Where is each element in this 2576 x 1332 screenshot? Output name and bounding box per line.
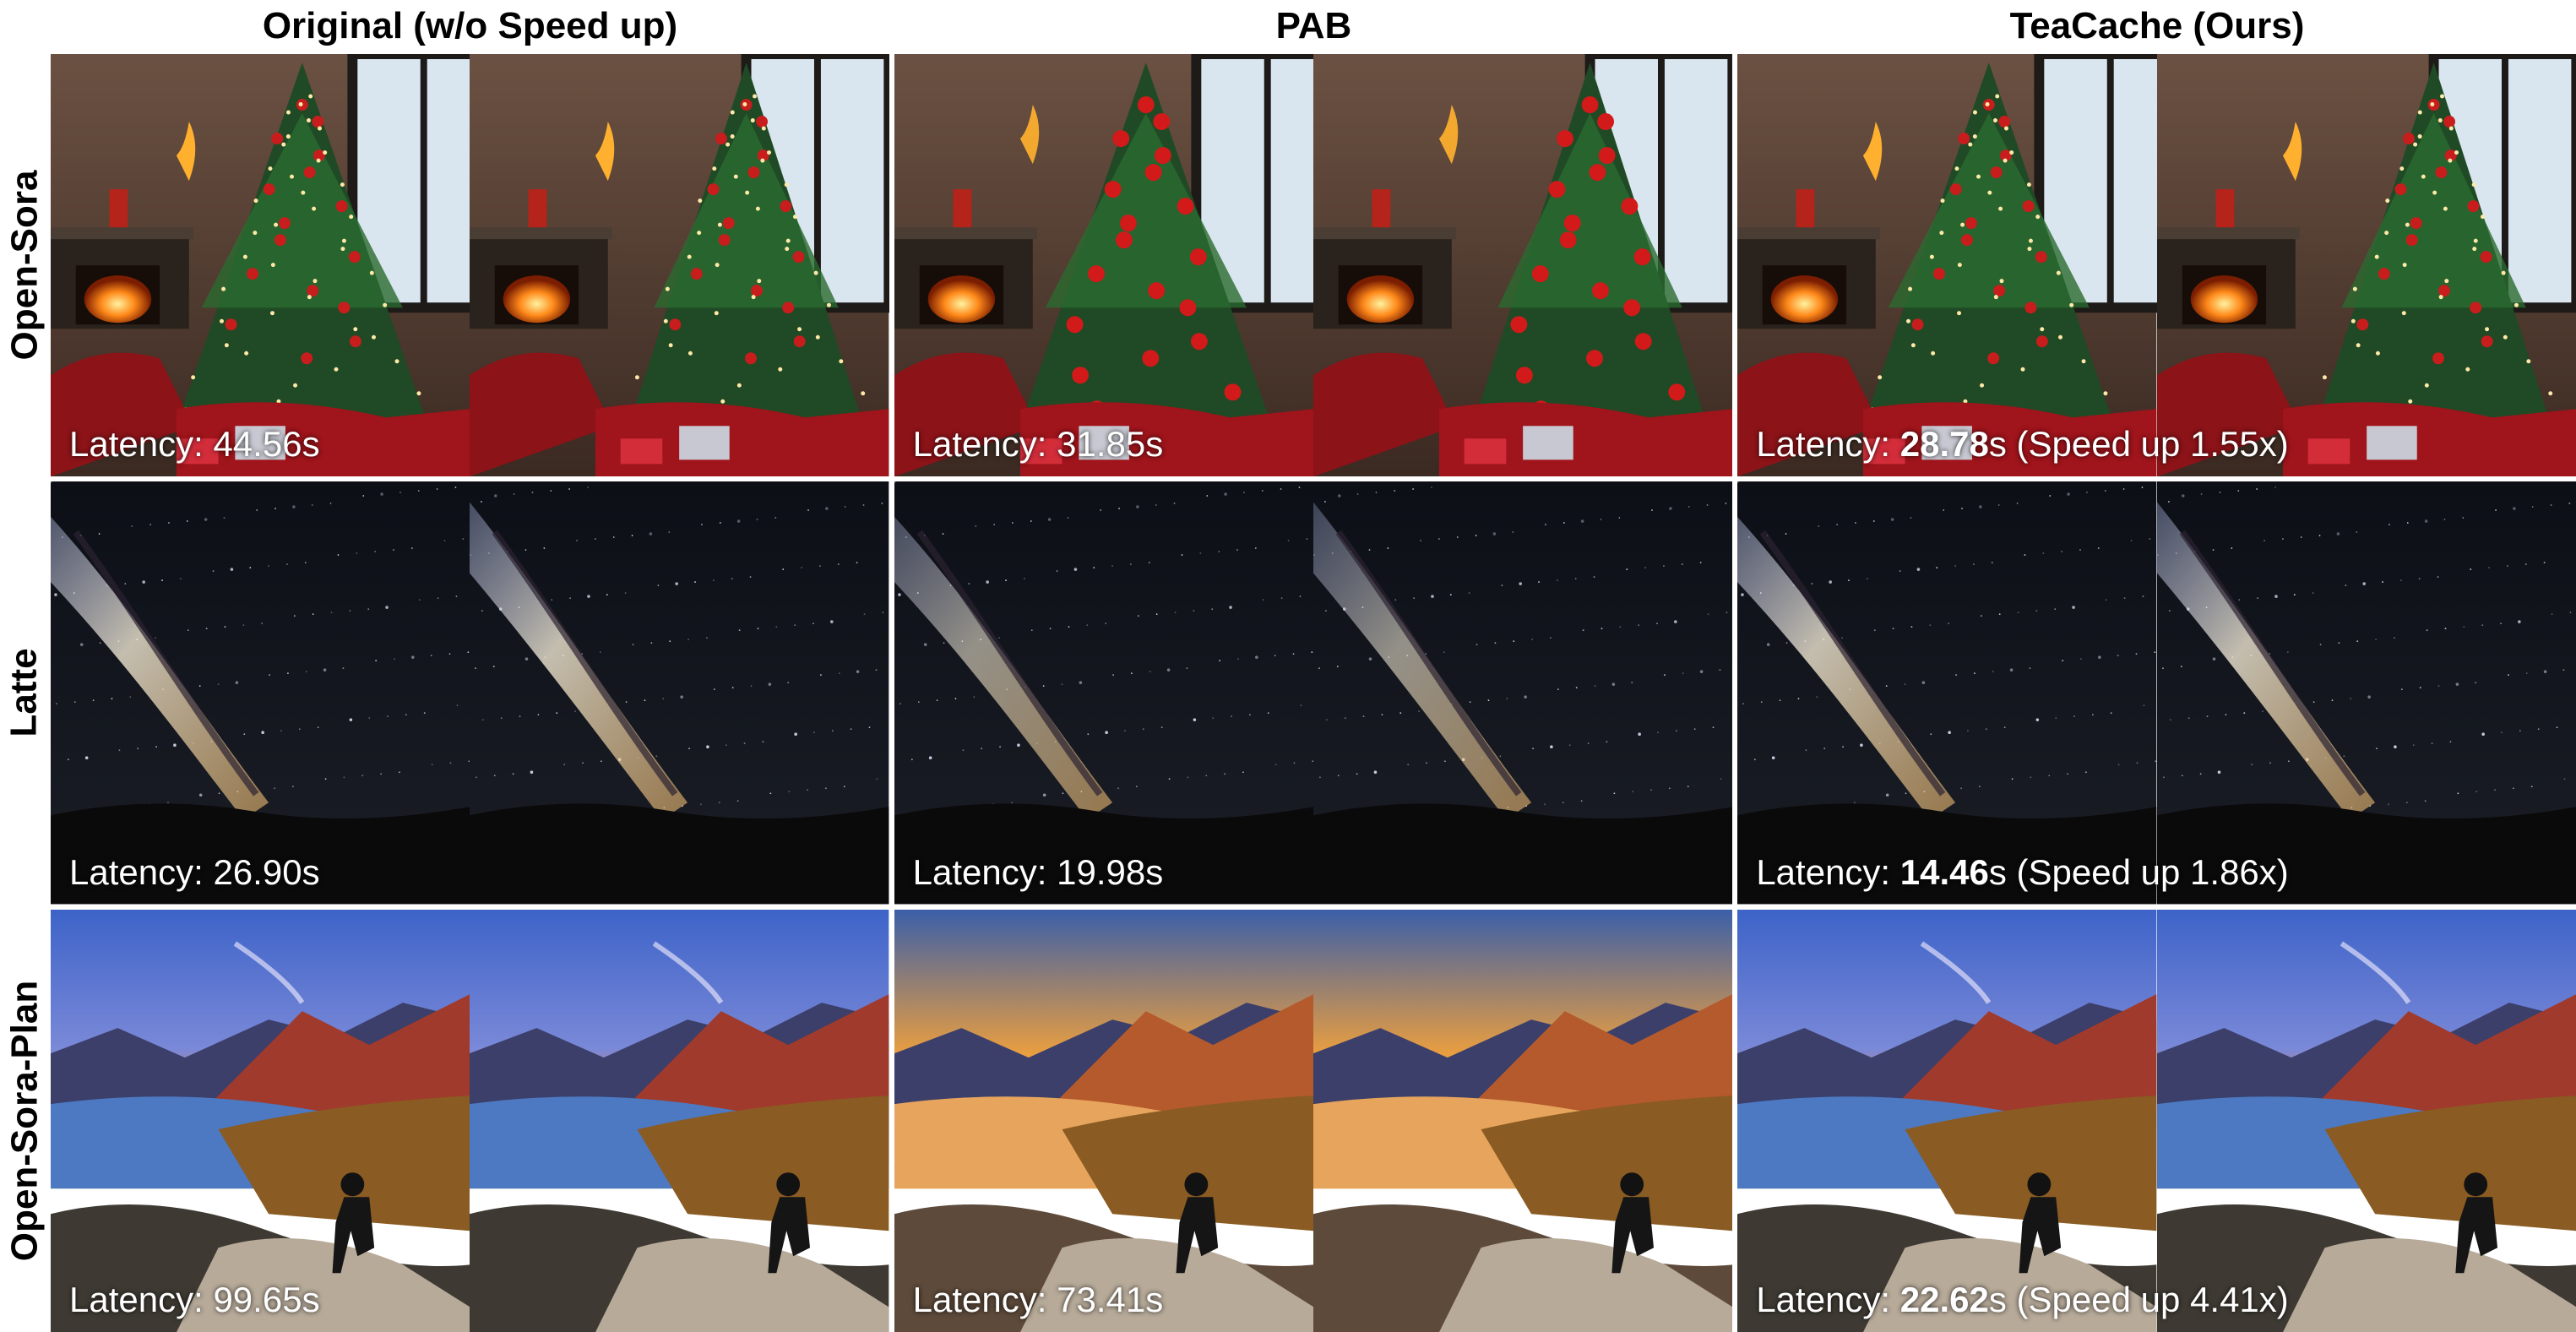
result-cell-teacache-milky-way-night-sky: Latency: 14.46s (Speed up 1.86x) [1737, 481, 2576, 905]
row-label-open-sora-plan: Open-Sora-Plan [3, 980, 45, 1261]
latency-prefix: Latency: [1756, 1280, 1900, 1319]
latency-label: Latency: 28.78s (Speed up 1.55x) [1756, 424, 2288, 465]
video-frame-1 [1737, 909, 2157, 1332]
result-cell-teacache-christmas-living-room: Latency: 28.78s (Speed up 1.55x) [1737, 54, 2576, 477]
latency-suffix: s [1145, 424, 1164, 465]
video-frame-2 [1312, 481, 1733, 905]
latency-label: Latency: 44.56s [69, 424, 320, 465]
column-header-original: Original (w/o Speed up) [262, 5, 678, 46]
latency-label: Latency: 14.46s (Speed up 1.86x) [1756, 852, 2288, 893]
latency-prefix: Latency: [69, 851, 214, 892]
latency-prefix: Latency: [912, 424, 1057, 465]
mountain-lake-sunset-image [894, 909, 1313, 1332]
mountain-lake-sunset-image [1312, 909, 1733, 1332]
christmas-living-room-image [2156, 54, 2576, 477]
video-frame-1 [894, 481, 1313, 905]
mountain-lake-sunset-image [1737, 909, 2157, 1332]
video-frame-1 [894, 909, 1313, 1332]
result-cell-pab-mountain-lake-sunset: Latency: 73.41s [894, 909, 1733, 1332]
result-cell-pab-milky-way-night-sky: Latency: 19.98s [894, 481, 1733, 905]
latency-value: 26.90 [213, 851, 302, 892]
result-cell-original-milky-way-night-sky: Latency: 26.90s [51, 481, 889, 905]
milky-way-night-sky-image [470, 481, 889, 905]
latency-label: Latency: 31.85s [913, 424, 1164, 465]
christmas-living-room-image [894, 54, 1313, 477]
latency-prefix: Latency: [1756, 851, 1900, 892]
result-cell-original-mountain-lake-sunset: Latency: 99.65s [51, 909, 889, 1332]
christmas-living-room-image [1737, 54, 2157, 477]
video-frame-2 [1312, 909, 1733, 1332]
video-frame-2 [2156, 481, 2576, 905]
latency-value: 99.65 [213, 1280, 302, 1319]
latency-value: 28.78 [1899, 424, 1989, 465]
latency-prefix: Latency: [912, 1280, 1057, 1319]
latency-prefix: Latency: [1756, 424, 1900, 465]
latency-label: Latency: 22.62s (Speed up 4.41x) [1756, 1280, 2288, 1320]
video-frame-2 [1312, 54, 1733, 477]
video-frame-2 [2156, 909, 2576, 1332]
row-label-latte: Latte [3, 648, 45, 737]
latency-suffix: s [1145, 1280, 1164, 1319]
milky-way-night-sky-image [1312, 481, 1733, 905]
christmas-living-room-image [1312, 54, 1733, 477]
row-label-open-sora: Open-Sora [3, 170, 46, 361]
column-header-pab: PAB [1275, 5, 1352, 46]
milky-way-night-sky-image [894, 481, 1313, 905]
latency-suffix: s [302, 424, 320, 465]
video-frame-2 [2156, 54, 2576, 477]
latency-prefix: Latency: [69, 1280, 214, 1319]
mountain-lake-sunset-image [470, 909, 889, 1332]
latency-label: Latency: 73.41s [913, 1280, 1164, 1320]
mountain-lake-sunset-image [2156, 909, 2576, 1332]
latency-suffix: s (Speed up 1.86x) [1988, 851, 2289, 892]
latency-prefix: Latency: [69, 424, 214, 465]
latency-label: Latency: 19.98s [913, 852, 1164, 893]
latency-value: 14.46 [1899, 851, 1989, 892]
latency-label: Latency: 99.65s [69, 1280, 320, 1320]
latency-label: Latency: 26.90s [69, 852, 320, 893]
christmas-living-room-image [51, 54, 470, 477]
latency-value: 31.85 [1057, 424, 1146, 465]
video-frame-1 [894, 54, 1313, 477]
milky-way-night-sky-image [51, 481, 470, 905]
video-frame-1 [1737, 54, 2157, 477]
latency-suffix: s [302, 851, 320, 892]
milky-way-night-sky-image [1737, 481, 2157, 905]
video-frame-2 [470, 481, 889, 905]
video-frame-2 [470, 54, 889, 477]
video-frame-1 [51, 54, 470, 477]
christmas-living-room-image [470, 54, 889, 477]
latency-value: 22.62 [1899, 1280, 1989, 1319]
latency-suffix: s [1145, 851, 1164, 892]
latency-suffix: s [302, 1280, 320, 1319]
video-frame-1 [51, 909, 470, 1332]
column-header-teacache: TeaCache (Ours) [2009, 5, 2305, 46]
video-frame-1 [51, 481, 470, 905]
latency-value: 73.41 [1057, 1280, 1146, 1319]
latency-suffix: s (Speed up 4.41x) [1988, 1280, 2289, 1319]
latency-value: 44.56 [213, 424, 302, 465]
mountain-lake-sunset-image [51, 909, 470, 1332]
latency-suffix: s (Speed up 1.55x) [1988, 424, 2289, 465]
latency-value: 19.98 [1057, 851, 1146, 892]
result-cell-pab-christmas-living-room: Latency: 31.85s [894, 54, 1733, 477]
video-frame-2 [470, 909, 889, 1332]
milky-way-night-sky-image [2156, 481, 2576, 905]
result-cell-teacache-mountain-lake-sunset: Latency: 22.62s (Speed up 4.41x) [1737, 909, 2576, 1332]
video-frame-1 [1737, 481, 2157, 905]
comparison-grid: Latency: 44.56s Latency: 31.85s Latency:… [51, 54, 2576, 1332]
result-cell-original-christmas-living-room: Latency: 44.56s [51, 54, 889, 477]
latency-prefix: Latency: [912, 851, 1057, 892]
